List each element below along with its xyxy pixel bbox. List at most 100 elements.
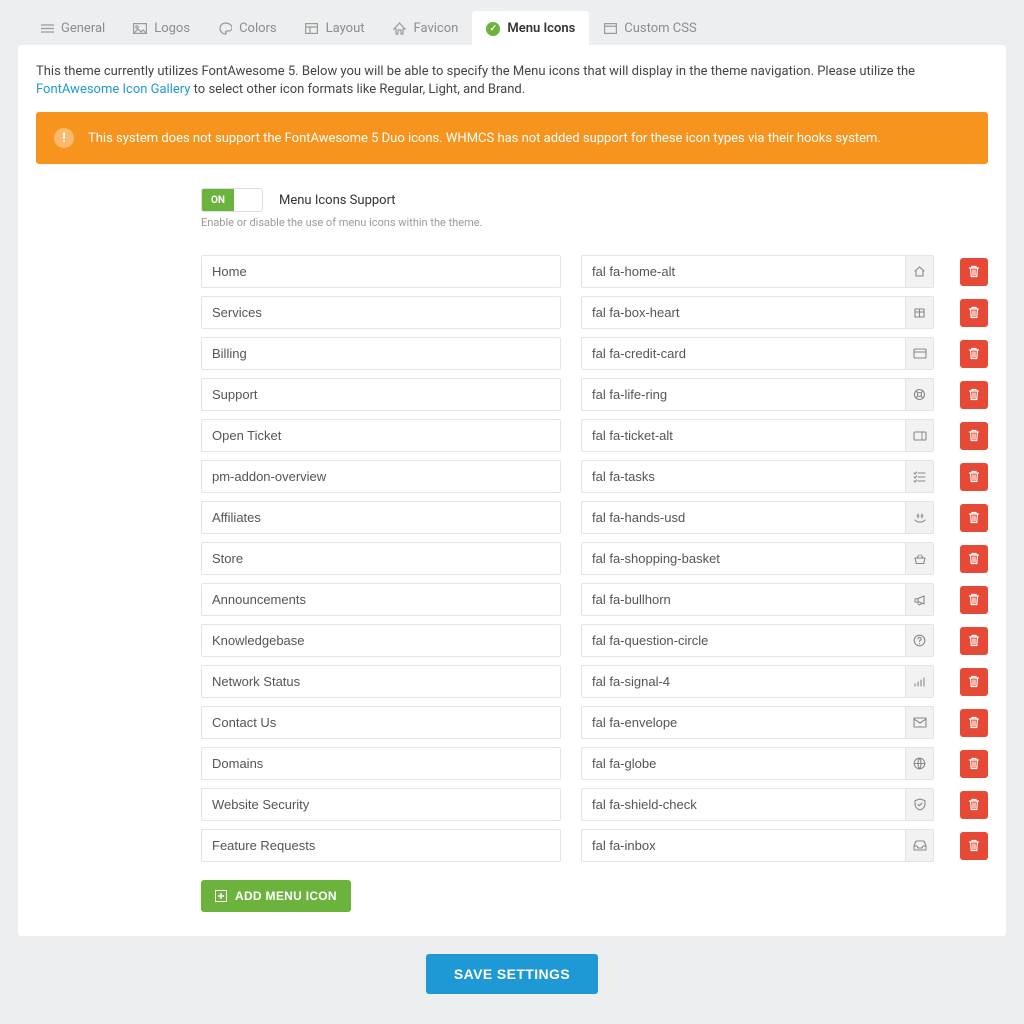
icon-class-input[interactable] [581,337,906,370]
delete-row-button[interactable] [960,709,988,737]
trash-icon [968,429,980,442]
icon-class-input[interactable] [581,788,906,821]
icon-row [201,501,988,534]
trash-icon [968,675,980,688]
menu-name-input[interactable] [201,706,561,739]
icon-class-input[interactable] [581,378,906,411]
tab-label: Favicon [414,21,459,36]
icon-row [201,747,988,780]
delete-row-button[interactable] [960,545,988,573]
icon-class-input[interactable] [581,296,906,329]
icon-class-input[interactable] [581,665,906,698]
toggle-hint: Enable or disable the use of menu icons … [201,216,988,229]
menu-name-input[interactable] [201,255,561,288]
tab-label: General [61,21,105,36]
envelope-icon [906,706,934,739]
delete-row-button[interactable] [960,750,988,778]
icon-class-input[interactable] [581,419,906,452]
delete-row-button[interactable] [960,627,988,655]
icon-row [201,542,988,575]
tab-custom-css[interactable]: Custom CSS [589,11,710,46]
delete-row-button[interactable] [960,422,988,450]
add-menu-icon-button[interactable]: ADD MENU ICON [201,880,351,912]
trash-icon [968,593,980,606]
menu-name-input[interactable] [201,829,561,862]
delete-row-button[interactable] [960,463,988,491]
trash-icon [968,511,980,524]
delete-row-button[interactable] [960,668,988,696]
hands-icon [906,501,934,534]
favicon-icon [393,22,407,36]
menu-name-input[interactable] [201,665,561,698]
toggle-on-label: ON [202,189,234,211]
icon-class-input[interactable] [581,501,906,534]
delete-row-button[interactable] [960,340,988,368]
warning-alert: ! This system does not support the FontA… [36,112,988,164]
delete-row-button[interactable] [960,586,988,614]
menu-name-input[interactable] [201,460,561,493]
tab-menu-icons[interactable]: ✓ Menu Icons [472,11,589,46]
delete-row-button[interactable] [960,299,988,327]
icon-row [201,460,988,493]
icon-class-input[interactable] [581,583,906,616]
trash-icon [968,716,980,729]
trash-icon [968,634,980,647]
basket-icon [906,542,934,575]
alert-text: This system does not support the FontAwe… [88,131,881,146]
menu-name-input[interactable] [201,378,561,411]
icon-class-input[interactable] [581,255,906,288]
add-button-label: ADD MENU ICON [235,889,337,903]
icon-class-input[interactable] [581,624,906,657]
menu-name-input[interactable] [201,337,561,370]
save-settings-button[interactable]: SAVE SETTINGS [426,954,598,994]
icon-class-input[interactable] [581,706,906,739]
intro-text: This theme currently utilizes FontAwesom… [36,63,988,98]
tab-colors[interactable]: Colors [204,11,291,46]
tab-logos[interactable]: Logos [119,11,204,46]
layout-icon [305,22,319,36]
icon-class-input[interactable] [581,542,906,575]
menu-name-input[interactable] [201,624,561,657]
menu-name-input[interactable] [201,296,561,329]
menu-name-input[interactable] [201,583,561,616]
icon-class-input[interactable] [581,747,906,780]
box-icon [906,296,934,329]
icon-class-input[interactable] [581,829,906,862]
shield-icon [906,788,934,821]
trash-icon [968,265,980,278]
custom-css-icon [603,22,617,36]
icon-class-input[interactable] [581,460,906,493]
trash-icon [968,839,980,852]
tab-favicon[interactable]: Favicon [379,11,473,46]
panel-menu-icons: This theme currently utilizes FontAwesom… [18,45,1006,936]
delete-row-button[interactable] [960,258,988,286]
trash-icon [968,757,980,770]
icon-row [201,296,988,329]
tab-general[interactable]: General [26,11,119,46]
trash-icon [968,798,980,811]
menu-name-input[interactable] [201,747,561,780]
menu-name-input[interactable] [201,419,561,452]
menu-name-input[interactable] [201,501,561,534]
ticket-icon [906,419,934,452]
menu-name-input[interactable] [201,542,561,575]
icon-row [201,255,988,288]
delete-row-button[interactable] [960,381,988,409]
delete-row-button[interactable] [960,832,988,860]
horn-icon [906,583,934,616]
delete-row-button[interactable] [960,504,988,532]
check-circle-icon: ✓ [486,22,500,36]
card-icon [906,337,934,370]
menu-name-input[interactable] [201,788,561,821]
question-icon [906,624,934,657]
menu-icons-toggle[interactable]: ON [201,188,263,212]
inbox-icon [906,829,934,862]
logos-icon [133,22,147,36]
intro-after: to select other icon formats like Regula… [190,82,525,97]
save-button-label: SAVE SETTINGS [454,966,570,982]
fontawesome-gallery-link[interactable]: FontAwesome Icon Gallery [36,82,190,97]
tab-layout[interactable]: Layout [291,11,379,46]
delete-row-button[interactable] [960,791,988,819]
plus-icon [215,890,227,902]
tab-label: Menu Icons [507,21,575,36]
